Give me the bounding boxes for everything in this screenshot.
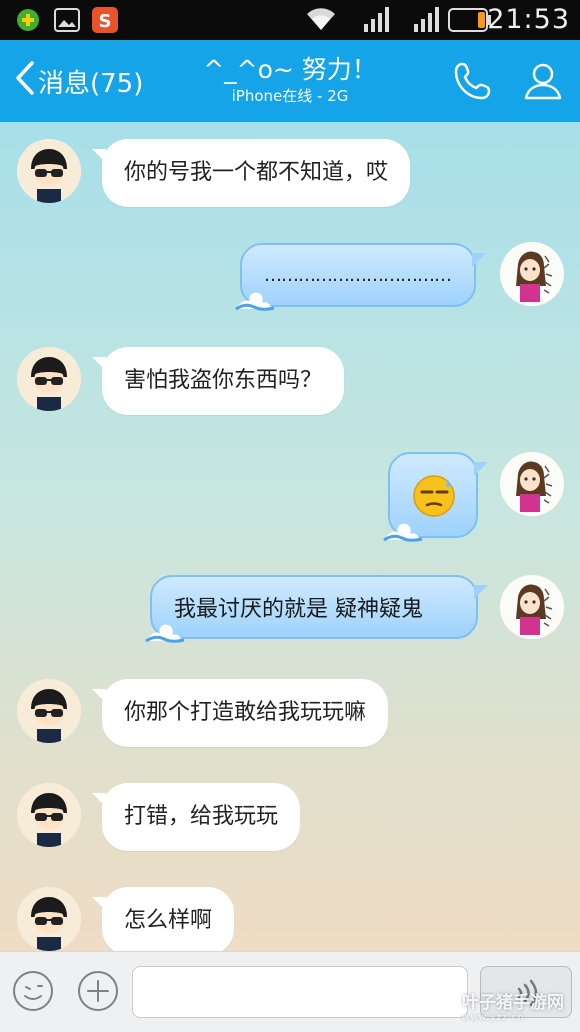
- signal-icon: [362, 6, 390, 38]
- online-status: iPhone在线 - 2G: [231, 87, 349, 105]
- message-input[interactable]: [132, 966, 468, 1018]
- my-avatar[interactable]: [500, 575, 564, 639]
- gallery-icon: [54, 7, 80, 33]
- contact-name: ^_^o~ 努力！: [203, 55, 377, 84]
- message-list[interactable]: 你的号我一个都不知道，哎 …………………………… 害怕我盗你东西吗？ 我最讨厌的…: [0, 122, 580, 951]
- site-watermark: 叶子猪手游网 www.yzz.cn: [462, 993, 564, 1023]
- wave-decoration: [383, 523, 423, 542]
- incoming-message[interactable]: 打错，给我玩玩: [91, 783, 301, 851]
- contact-avatar[interactable]: [17, 347, 81, 411]
- my-avatar[interactable]: [500, 452, 564, 516]
- message-text: 你那个打造敢给我玩玩嘛: [124, 700, 367, 725]
- contact-avatar[interactable]: [17, 679, 81, 743]
- wave-decoration: [145, 624, 185, 643]
- contact-avatar[interactable]: [17, 783, 81, 847]
- sogou-keyboard-icon: S: [92, 7, 118, 33]
- incoming-message[interactable]: 害怕我盗你东西吗？: [91, 347, 345, 415]
- outgoing-message[interactable]: ……………………………: [235, 243, 486, 311]
- chat-header: 消息(75) ^_^o~ 努力！ iPhone在线 - 2G: [0, 40, 580, 122]
- battery-icon: [448, 8, 492, 36]
- sweat-face-emoji: [412, 474, 456, 524]
- contact-avatar[interactable]: [17, 139, 81, 203]
- message-text: 怎么样啊: [124, 908, 213, 933]
- person-icon: [520, 63, 566, 108]
- app-add-icon: [16, 8, 40, 32]
- outgoing-message[interactable]: 我最讨厌的就是 疑神疑鬼: [145, 575, 488, 643]
- incoming-message[interactable]: 怎么样啊: [91, 887, 235, 951]
- contact-avatar[interactable]: [17, 887, 81, 951]
- emoji-button[interactable]: [12, 970, 54, 1012]
- call-button[interactable]: [450, 58, 496, 104]
- clock: 21:53: [487, 4, 570, 35]
- my-avatar[interactable]: [500, 242, 564, 306]
- phone-icon: [450, 62, 496, 108]
- signal-icon: [412, 6, 440, 38]
- wifi-icon: [306, 6, 336, 36]
- outgoing-message[interactable]: [383, 452, 488, 542]
- chevron-left-icon: [14, 60, 36, 103]
- message-text: ……………………………: [264, 264, 452, 286]
- message-text: 害怕我盗你东西吗？: [124, 368, 323, 393]
- more-options-button[interactable]: [77, 970, 119, 1012]
- svg-text:S: S: [99, 11, 112, 32]
- message-text: 打错，给我玩玩: [124, 804, 279, 829]
- contact-info[interactable]: ^_^o~ 努力！ iPhone在线 - 2G: [150, 54, 430, 106]
- status-bar: S 21:53: [0, 0, 580, 40]
- message-text: 你的号我一个都不知道，哎: [124, 160, 389, 185]
- incoming-message[interactable]: 你那个打造敢给我玩玩嘛: [91, 679, 389, 747]
- plus-icon: [77, 971, 119, 1016]
- message-text: 我最讨厌的就是 疑神疑鬼: [174, 597, 423, 622]
- incoming-message[interactable]: 你的号我一个都不知道，哎: [91, 139, 411, 207]
- smiley-icon: [12, 971, 54, 1016]
- profile-button[interactable]: [520, 58, 566, 104]
- wave-decoration: [235, 292, 275, 311]
- back-label: 消息(75): [38, 68, 144, 99]
- back-button[interactable]: 消息(75): [14, 58, 143, 104]
